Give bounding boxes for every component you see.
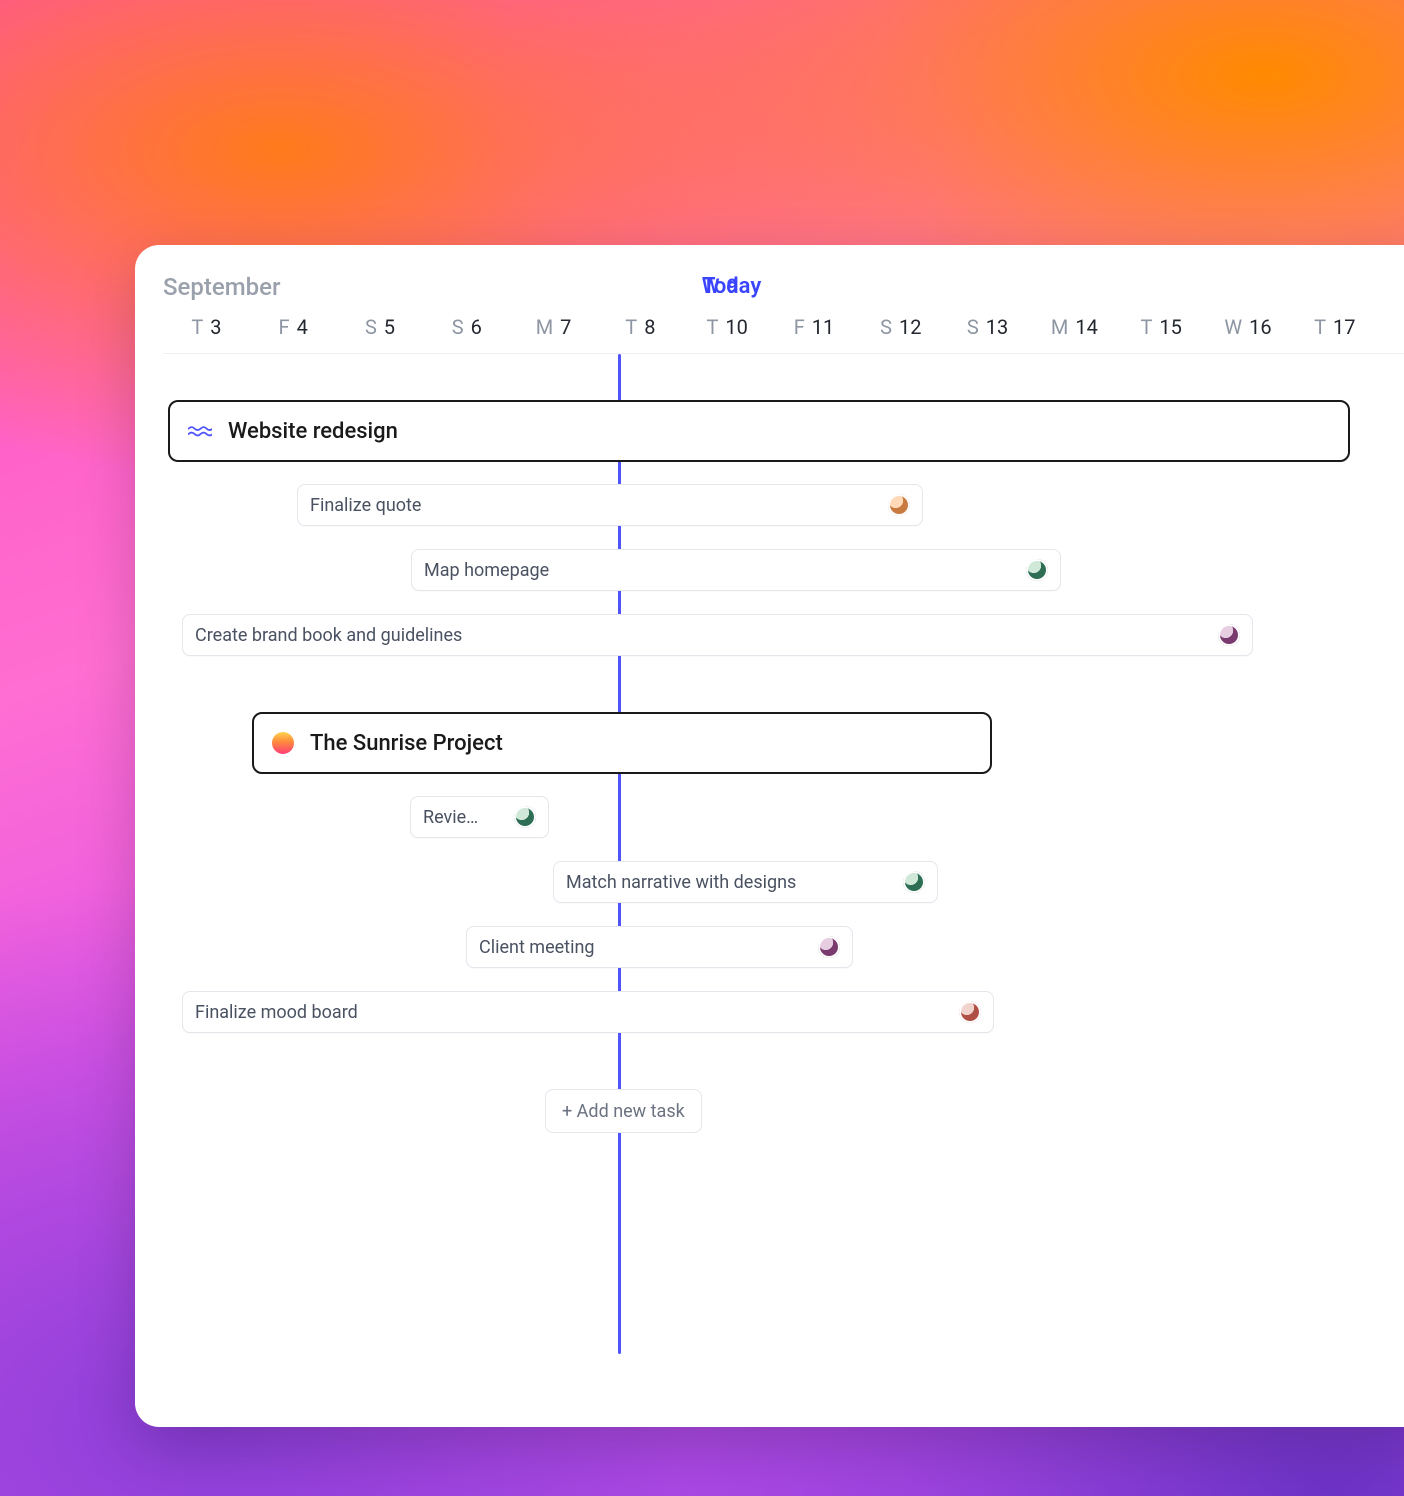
task-label: Finalize mood board [195, 1002, 951, 1023]
day-letter: T [191, 315, 203, 339]
task-label: Client meeting [479, 937, 810, 958]
day-column[interactable]: S 5 [337, 315, 424, 339]
month-label: September [163, 273, 1404, 301]
timeline-window: September Today T 3F 4S 5S 6M 7T 8W 9T 1… [135, 245, 1404, 1427]
day-number: 7 [560, 315, 571, 339]
day-column[interactable]: F 4 [250, 315, 337, 339]
task-label: Map homepage [424, 560, 1018, 581]
day-letter: M [1051, 315, 1068, 339]
day-letter: F [279, 315, 290, 339]
day-column[interactable]: F 11 [771, 315, 858, 339]
day-column[interactable]: T 8 [597, 315, 684, 339]
task-map-homepage[interactable]: Map homepage [411, 549, 1061, 591]
day-column[interactable]: S 13 [944, 315, 1031, 339]
group-title: The Sunrise Project [310, 731, 503, 756]
day-letter: W [702, 274, 720, 298]
task-match-narrative[interactable]: Match narrative with designs [553, 861, 938, 903]
task-brand-book[interactable]: Create brand book and guidelines [182, 614, 1253, 656]
day-letter: T [1140, 315, 1152, 339]
avatar [888, 494, 910, 516]
group-title: Website redesign [228, 419, 398, 444]
avatar [1218, 624, 1240, 646]
day-letter: T [625, 315, 637, 339]
day-number: 5 [384, 315, 395, 339]
day-number: 8 [644, 315, 655, 339]
task-label: Finalize quote [310, 495, 880, 516]
day-number: 13 [986, 315, 1008, 339]
day-letter: S [365, 315, 377, 339]
avatar [959, 1001, 981, 1023]
task-finalize-quote[interactable]: Finalize quote [297, 484, 923, 526]
task-review[interactable]: Revie… [410, 796, 549, 838]
day-number: 10 [725, 315, 747, 339]
day-column[interactable]: M 7 [510, 315, 597, 339]
avatar [514, 806, 536, 828]
wave-icon [188, 424, 212, 438]
task-label: Match narrative with designs [566, 872, 895, 893]
day-number: 12 [899, 315, 921, 339]
timeline-header: September Today T 3F 4S 5S 6M 7T 8W 9T 1… [135, 245, 1404, 354]
day-column[interactable]: S 12 [857, 315, 944, 339]
day-column[interactable]: T 3 [163, 315, 250, 339]
day-column[interactable]: W 16 [1205, 315, 1292, 339]
day-column[interactable]: T 10 [684, 315, 771, 339]
day-scale: T 3F 4S 5S 6M 7T 8W 9T 10F 11S 12S 13M 1… [163, 315, 1404, 354]
day-column[interactable]: T 15 [1118, 315, 1205, 339]
day-column[interactable]: M 14 [1031, 315, 1118, 339]
day-number: 16 [1249, 315, 1271, 339]
day-number: 15 [1159, 315, 1181, 339]
add-task-label: + Add new task [562, 1101, 685, 1122]
avatar [818, 936, 840, 958]
group-sunrise-project[interactable]: The Sunrise Project [252, 712, 992, 774]
task-label: Create brand book and guidelines [195, 625, 1210, 646]
day-letter: S [967, 315, 979, 339]
day-number: 11 [812, 315, 834, 339]
day-column[interactable]: S 6 [423, 315, 510, 339]
day-number: 4 [297, 315, 308, 339]
day-number: 14 [1075, 315, 1097, 339]
day-letter: T [706, 315, 718, 339]
task-label: Revie… [423, 807, 506, 828]
day-letter: F [794, 315, 805, 339]
day-number: 9 [727, 274, 738, 298]
day-letter: W [1224, 315, 1242, 339]
day-letter: S [452, 315, 464, 339]
day-number: 6 [471, 315, 482, 339]
avatar [1026, 559, 1048, 581]
day-letter: M [536, 315, 553, 339]
timeline-canvas[interactable]: Website redesign Finalize quote Map home… [135, 354, 1404, 1354]
day-column[interactable]: T 17 [1291, 315, 1378, 339]
task-finalize-mood-board[interactable]: Finalize mood board [182, 991, 994, 1033]
add-task-button[interactable]: + Add new task [545, 1089, 702, 1133]
day-letter: S [880, 315, 892, 339]
group-website-redesign[interactable]: Website redesign [168, 400, 1350, 462]
avatar [903, 871, 925, 893]
sun-icon [272, 732, 294, 754]
task-client-meeting[interactable]: Client meeting [466, 926, 853, 968]
day-number: 3 [210, 315, 221, 339]
day-letter: T [1314, 315, 1326, 339]
day-number: 17 [1333, 315, 1355, 339]
day-column[interactable]: W 9 [702, 274, 738, 298]
